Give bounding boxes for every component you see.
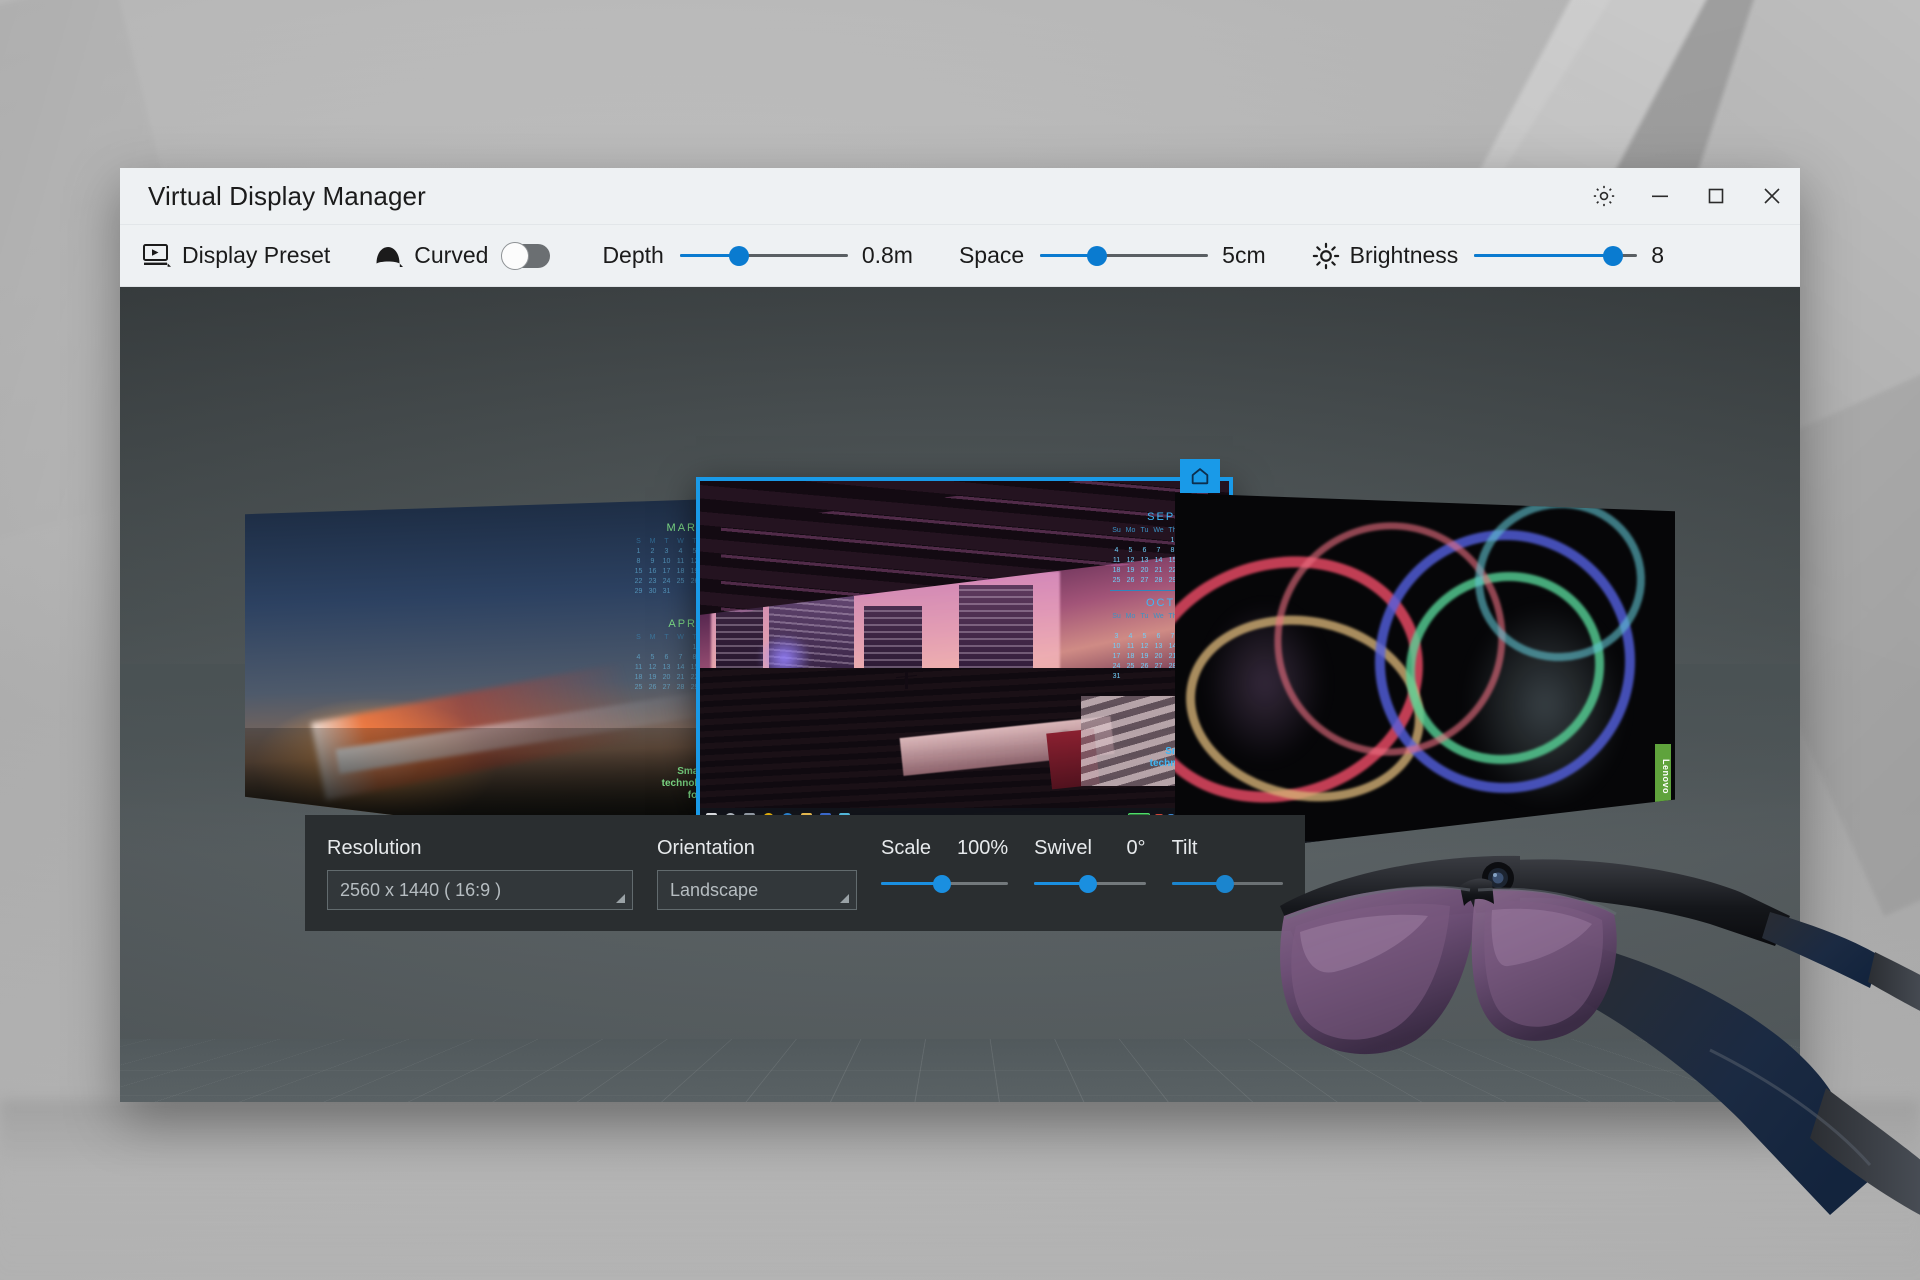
space-slider[interactable] — [1040, 254, 1208, 257]
orientation-label: Orientation — [657, 837, 857, 860]
swivel-field: Swivel 0° — [1034, 837, 1145, 885]
curved-toggle[interactable] — [502, 244, 550, 268]
brightness-icon — [1312, 242, 1340, 270]
right-display[interactable]: Lenovo — [1175, 493, 1675, 858]
chevron-down-icon — [840, 894, 849, 903]
resolution-field: Resolution 2560 x 1440 ( 16:9 ) — [327, 837, 633, 910]
space-label: Space — [959, 242, 1024, 269]
wallpaper-figure — [896, 672, 917, 689]
swivel-value: 0° — [1126, 837, 1145, 860]
ar-glasses-product-image — [1270, 820, 1920, 1280]
tilt-label: Tilt — [1172, 837, 1198, 860]
tilt-slider[interactable] — [1172, 882, 1283, 885]
swivel-slider-knob[interactable] — [1079, 875, 1097, 893]
window-title: Virtual Display Manager — [148, 181, 426, 212]
scale-value: 100% — [957, 837, 1008, 860]
window-controls — [1576, 168, 1800, 225]
left-display[interactable]: MAR · 03 SMTWTFS 1234567 891011121314 15… — [245, 498, 745, 858]
right-display-brand: Lenovo — [1655, 744, 1671, 806]
title-bar: Virtual Display Manager — [120, 168, 1800, 225]
orientation-select[interactable]: Landscape — [657, 870, 857, 910]
display-preset-button[interactable]: Display Preset — [142, 242, 330, 269]
curved-display-icon — [374, 243, 404, 269]
brightness-label: Brightness — [1350, 242, 1459, 269]
display-preset-label: Display Preset — [182, 242, 330, 269]
toolbar: Display Preset Curved Depth 0.8m Space — [120, 225, 1800, 287]
resolution-select[interactable]: 2560 x 1440 ( 16:9 ) — [327, 870, 633, 910]
settings-button[interactable] — [1576, 168, 1632, 225]
space-slider-knob[interactable] — [1087, 246, 1107, 266]
chevron-down-icon — [616, 894, 625, 903]
brightness-slider[interactable] — [1474, 254, 1637, 257]
depth-slider-group: Depth 0.8m — [602, 242, 913, 269]
scale-label: Scale — [881, 837, 931, 860]
space-slider-group: Space 5cm — [959, 242, 1266, 269]
close-button[interactable] — [1744, 168, 1800, 225]
depth-slider[interactable] — [680, 254, 848, 257]
scale-field: Scale 100% — [881, 837, 1008, 885]
orientation-value: Landscape — [670, 880, 758, 901]
swivel-slider[interactable] — [1034, 882, 1145, 885]
depth-label: Depth — [602, 242, 663, 269]
display-settings-panel: Resolution 2560 x 1440 ( 16:9 ) Orientat… — [305, 815, 1305, 931]
home-icon[interactable] — [1180, 459, 1220, 493]
left-lens — [1280, 887, 1476, 1054]
brightness-slider-knob[interactable] — [1603, 246, 1623, 266]
scale-slider-knob[interactable] — [933, 875, 951, 893]
resolution-value: 2560 x 1440 ( 16:9 ) — [340, 880, 501, 901]
monitor-preset-icon — [142, 243, 172, 269]
toggle-knob — [501, 242, 529, 270]
tilt-slider-knob[interactable] — [1216, 875, 1234, 893]
space-value: 5cm — [1222, 242, 1265, 269]
start-icon — [251, 844, 262, 855]
brightness-slider-group: Brightness 8 — [1312, 242, 1664, 270]
search-icon — [270, 844, 281, 855]
brightness-value: 8 — [1651, 242, 1664, 269]
taskview-icon — [289, 844, 300, 855]
maximize-button[interactable] — [1688, 168, 1744, 225]
brightness-slider-fill — [1474, 254, 1613, 257]
tilt-field: Tilt 0° — [1172, 837, 1283, 885]
curved-label: Curved — [414, 242, 488, 269]
orientation-field: Orientation Landscape — [657, 837, 857, 910]
resolution-label: Resolution — [327, 837, 633, 860]
swivel-label: Swivel — [1034, 837, 1092, 860]
minimize-button[interactable] — [1632, 168, 1688, 225]
right-display-wallpaper — [1175, 493, 1675, 858]
scale-slider[interactable] — [881, 882, 1008, 885]
center-display-selected[interactable]: SEP · 09 SuMoTuWeThFrSa 123 45678910 111… — [696, 477, 1233, 832]
depth-slider-knob[interactable] — [729, 246, 749, 266]
curved-toggle-group[interactable]: Curved — [374, 242, 550, 269]
depth-value: 0.8m — [862, 242, 913, 269]
